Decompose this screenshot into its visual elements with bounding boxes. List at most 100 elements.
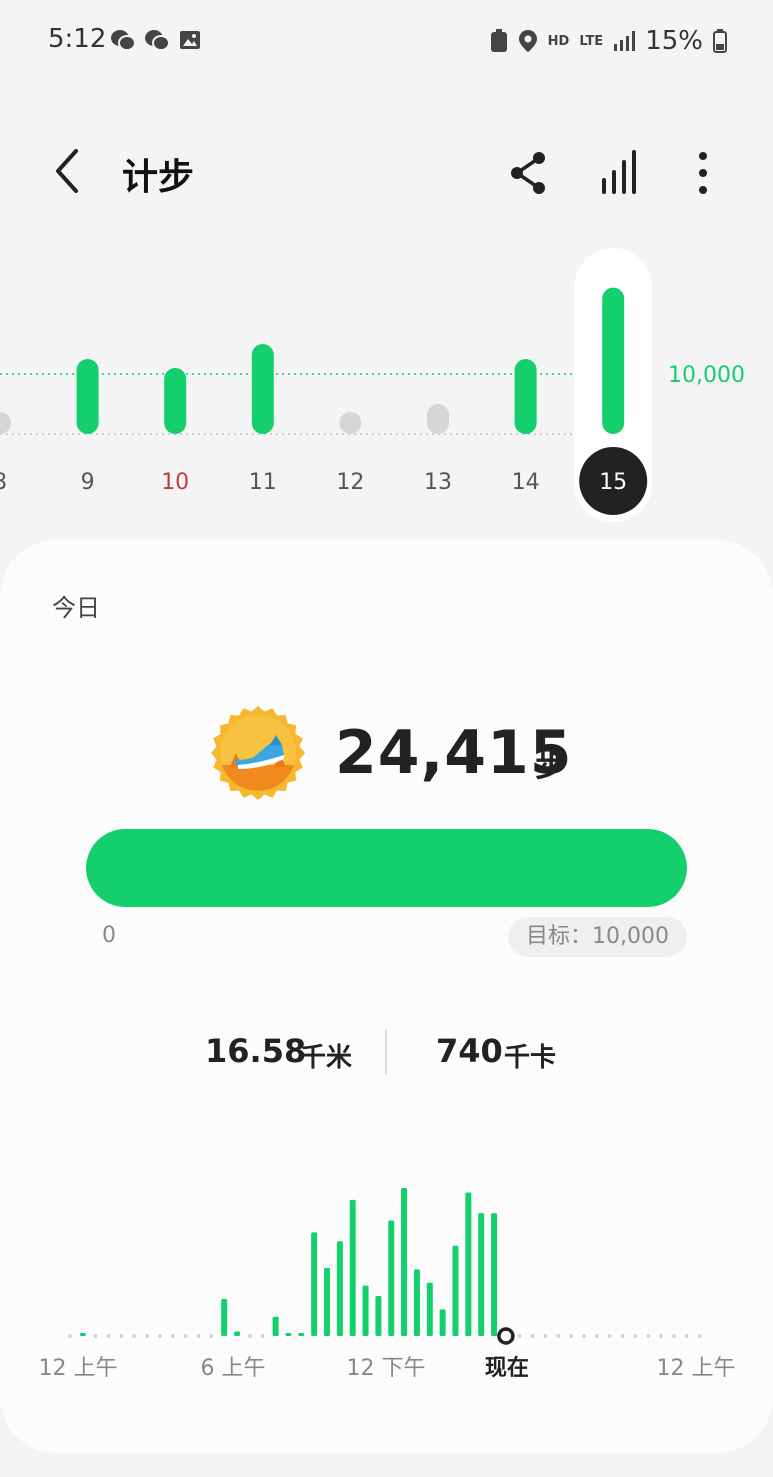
app-bar: 计步 [0, 120, 773, 220]
day-bar[interactable] [164, 368, 187, 434]
location-icon [518, 30, 537, 52]
distance-unit: 千米 [300, 1043, 353, 1073]
goal-achieved-badge-icon [211, 706, 305, 800]
time-axis-dot [646, 1334, 651, 1338]
lte-indicator: LTE [579, 33, 604, 49]
day-label[interactable]: 10 [161, 470, 189, 495]
system-icons: HD LTE 15% [490, 26, 727, 56]
goal-line-label: 10,000 [668, 363, 745, 388]
steps-progress-bar [86, 829, 687, 907]
time-axis-dot [93, 1334, 98, 1338]
time-axis-dot [68, 1334, 72, 1338]
day-label[interactable]: 12 [336, 470, 364, 495]
day-bar[interactable] [251, 344, 274, 434]
time-axis-dot [517, 1334, 522, 1338]
time-axis-dot [530, 1334, 535, 1338]
day-label[interactable]: 13 [424, 470, 452, 495]
hourly-bar [311, 1232, 318, 1336]
hourly-bar [401, 1188, 408, 1336]
hourly-bar [285, 1333, 292, 1336]
day-label[interactable]: 9 [81, 470, 95, 495]
time-axis-dot [633, 1334, 638, 1338]
calories-value: 740 [436, 1032, 503, 1070]
hourly-bar [465, 1192, 472, 1336]
time-axis-dot [697, 1334, 702, 1338]
hourly-bar [426, 1282, 433, 1336]
distance-value: 16.58 [205, 1032, 307, 1070]
time-axis-dot [132, 1334, 137, 1338]
day-bar[interactable] [0, 412, 11, 434]
goal-badge[interactable]: 目标：10,000 [508, 917, 687, 957]
status-bar: 5:12 HD LTE 15% [0, 0, 773, 84]
time-axis-dot [620, 1334, 625, 1338]
hourly-bar [298, 1333, 305, 1336]
now-label: 现在 [485, 1355, 529, 1381]
time-axis-dot [582, 1334, 586, 1338]
today-card: 今日 24,415 步 0 目标：10,000 16.58 千米 740 千卡 … [0, 540, 773, 1453]
hourly-bar [491, 1213, 498, 1336]
time-axis-dot [248, 1334, 252, 1338]
hd-indicator: HD [547, 33, 570, 49]
time-axis-dot [569, 1334, 573, 1338]
steps-unit: 步 [535, 746, 568, 784]
day-bar[interactable] [339, 412, 362, 434]
day-label[interactable]: 8 [0, 470, 7, 495]
recycle-icon [490, 29, 507, 52]
wechat-icon [111, 30, 136, 51]
time-axis-dot [119, 1334, 124, 1338]
time-axis-label: 12 上午 [39, 1356, 118, 1381]
day-label[interactable]: 14 [512, 470, 540, 495]
time-axis-dot [543, 1334, 548, 1338]
back-button[interactable] [46, 146, 92, 196]
hourly-bar [272, 1316, 279, 1336]
day-bar[interactable] [514, 359, 537, 434]
day-label[interactable]: 11 [249, 470, 277, 495]
steps-progress-fill [86, 829, 687, 907]
hourly-bar [388, 1220, 395, 1336]
hourly-bar [221, 1299, 228, 1336]
time-axis-dot [260, 1334, 265, 1338]
hourly-bar [375, 1296, 382, 1336]
metric-divider [385, 1030, 387, 1074]
more-vertical-icon [699, 152, 707, 194]
hourly-bar [234, 1331, 241, 1336]
time-axis-label: 12 下午 [347, 1356, 426, 1381]
weekly-steps-chart[interactable]: 10,000 8 9 10 11 12 13 14 15 [0, 240, 773, 530]
time-axis-dot [183, 1334, 188, 1338]
day-label[interactable]: 15 [599, 470, 627, 495]
battery-percent: 15% [645, 26, 703, 56]
today-label: 今日 [52, 594, 100, 622]
hourly-bar [439, 1309, 446, 1336]
time-axis-dot [171, 1334, 175, 1338]
hourly-bar [413, 1269, 420, 1336]
more-options-button[interactable] [685, 148, 721, 198]
day-bar[interactable] [76, 359, 99, 434]
progress-min-label: 0 [102, 923, 116, 948]
calories-unit: 千卡 [504, 1043, 557, 1073]
share-button[interactable] [505, 150, 551, 196]
hourly-bar [79, 1333, 86, 1336]
time-axis-dot [209, 1334, 214, 1338]
time-axis-dot [659, 1334, 663, 1338]
time-axis-dot [595, 1334, 599, 1338]
day-bar[interactable] [602, 287, 625, 434]
hourly-bar [478, 1213, 485, 1336]
wechat-icon [145, 30, 170, 51]
battery-icon [713, 29, 727, 53]
status-time: 5:12 [48, 24, 107, 54]
share-icon [511, 152, 545, 194]
time-axis-dot [607, 1334, 612, 1338]
time-axis-dot [196, 1334, 201, 1338]
trends-button[interactable] [596, 148, 642, 198]
hourly-bar [336, 1241, 343, 1336]
time-axis-dot [145, 1334, 149, 1338]
now-marker [497, 1327, 515, 1345]
time-axis-dot [556, 1334, 561, 1338]
gallery-icon [180, 31, 200, 49]
time-axis-dot [685, 1334, 689, 1338]
time-axis-label: 6 上午 [201, 1356, 266, 1381]
day-bar[interactable] [427, 404, 449, 434]
back-arrow-icon [56, 149, 78, 193]
hourly-steps-chart[interactable]: 12 上午 6 上午 12 下午 现在 12 上午 [0, 1180, 773, 1400]
time-axis-label: 12 上午 [657, 1356, 736, 1381]
